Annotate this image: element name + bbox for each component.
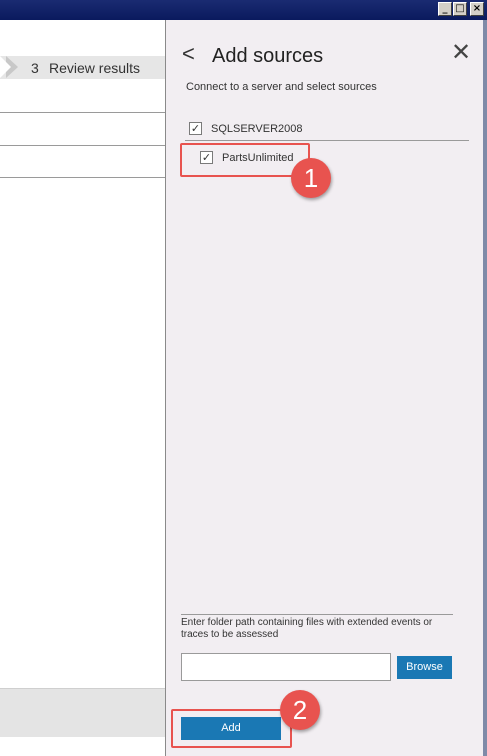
panel-title: Add sources (212, 45, 324, 67)
server-checkbox[interactable]: ✓ (189, 122, 202, 135)
wizard-area (0, 20, 165, 756)
minimize-button[interactable]: _ (438, 2, 452, 16)
window-controls: _ □ × (438, 2, 484, 16)
path-divider (181, 614, 453, 615)
callout-badge: 1 (291, 158, 331, 198)
server-name: SQLSERVER2008 (211, 123, 303, 135)
back-arrow-icon[interactable]: < (182, 43, 195, 65)
server-divider (185, 140, 469, 141)
divider-line (0, 177, 165, 178)
close-window-button[interactable]: × (470, 2, 484, 16)
step-chevron-mask (0, 56, 11, 78)
highlight-box (171, 709, 292, 748)
highlight-box (180, 143, 310, 177)
folder-path-input[interactable] (181, 653, 391, 681)
browse-button[interactable]: Browse (397, 656, 452, 679)
step-label: Review results (49, 60, 141, 76)
window-frame (483, 20, 487, 756)
callout-badge: 2 (280, 690, 320, 730)
path-description: Enter folder path containing files with … (181, 617, 433, 640)
panel-subtitle: Connect to a server and select sources (186, 81, 377, 93)
divider-line (0, 145, 165, 146)
window-title-bar: _ □ × (0, 0, 487, 20)
wizard-footer (0, 688, 165, 737)
divider-line (0, 112, 165, 113)
maximize-button[interactable]: □ (453, 2, 467, 16)
step-number: 3 (31, 60, 39, 76)
close-icon[interactable]: ✕ (451, 41, 471, 65)
